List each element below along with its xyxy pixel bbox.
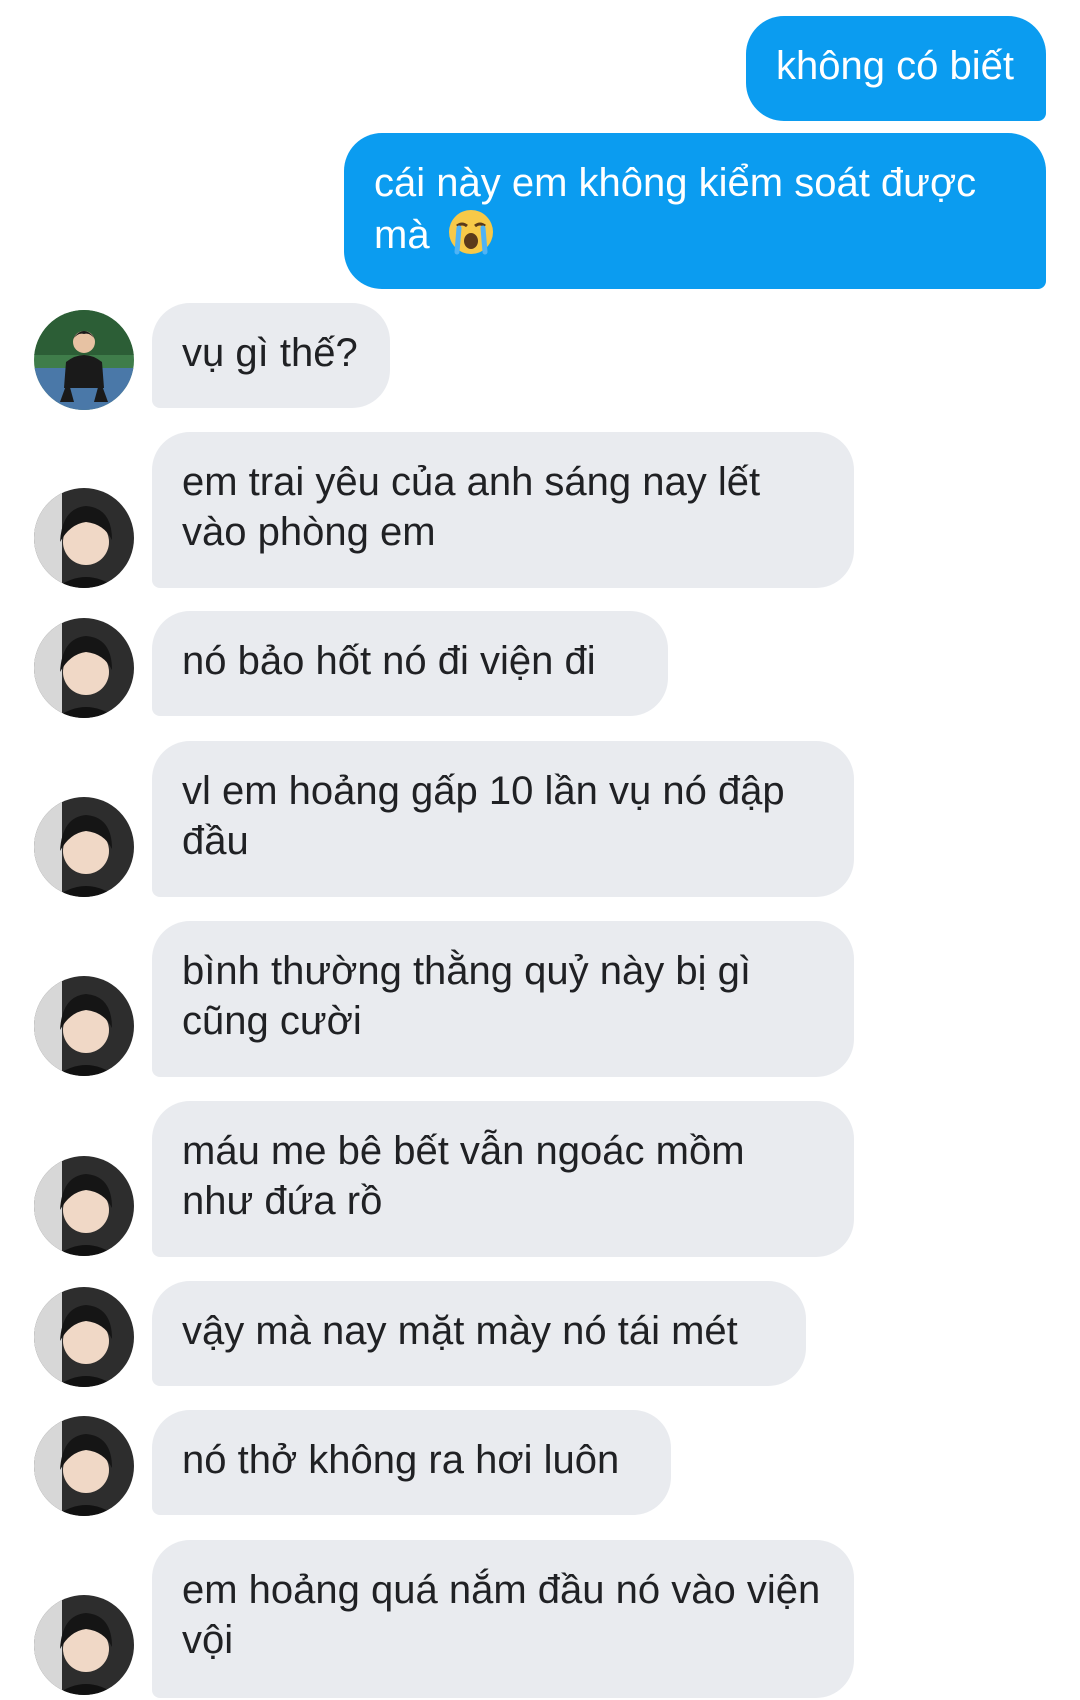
- message-text: không có biết: [776, 44, 1014, 88]
- received-message[interactable]: vậy mà nay mặt mày nó tái mét: [152, 1281, 806, 1386]
- message-text: vụ gì thế?: [182, 331, 358, 375]
- message-text: nó bảo hốt nó đi viện đi: [182, 639, 596, 683]
- received-message[interactable]: bình thường thằng quỷ này bị gì cũng cườ…: [152, 921, 854, 1077]
- received-message[interactable]: em hoảng quá nắm đầu nó vào viện vội: [152, 1540, 854, 1698]
- contact-avatar[interactable]: [34, 1595, 134, 1695]
- contact-avatar[interactable]: [34, 488, 134, 588]
- loudly-crying-face-icon: [447, 208, 495, 256]
- message-text: vl em hoảng gấp 10 lần vụ nó đập đầu: [182, 769, 785, 863]
- contact-avatar[interactable]: [34, 976, 134, 1076]
- contact-avatar[interactable]: [34, 797, 134, 897]
- received-message[interactable]: vl em hoảng gấp 10 lần vụ nó đập đầu: [152, 741, 854, 897]
- contact-avatar[interactable]: [34, 1156, 134, 1256]
- message-text: nó thở không ra hơi luôn: [182, 1438, 620, 1482]
- sent-message[interactable]: cái này em không kiểm soát được mà: [344, 133, 1046, 289]
- sent-message[interactable]: không có biết: [746, 16, 1046, 121]
- message-text: bình thường thằng quỷ này bị gì cũng cườ…: [182, 949, 751, 1043]
- contact-avatar[interactable]: [34, 1416, 134, 1516]
- received-message[interactable]: vụ gì thế?: [152, 303, 390, 408]
- contact-avatar[interactable]: [34, 618, 134, 718]
- message-text: em trai yêu của anh sáng nay lết vào phò…: [182, 460, 761, 554]
- received-message[interactable]: em trai yêu của anh sáng nay lết vào phò…: [152, 432, 854, 588]
- message-text: vậy mà nay mặt mày nó tái mét: [182, 1309, 738, 1353]
- message-text: em hoảng quá nắm đầu nó vào viện vội: [182, 1568, 821, 1662]
- contact-avatar[interactable]: [34, 1287, 134, 1387]
- contact-avatar[interactable]: [34, 310, 134, 410]
- received-message[interactable]: máu me bê bết vẫn ngoác mồm như đứa rồ: [152, 1101, 854, 1257]
- received-message[interactable]: nó thở không ra hơi luôn: [152, 1410, 671, 1515]
- received-message[interactable]: nó bảo hốt nó đi viện đi: [152, 611, 668, 716]
- message-text: máu me bê bết vẫn ngoác mồm như đứa rồ: [182, 1129, 745, 1223]
